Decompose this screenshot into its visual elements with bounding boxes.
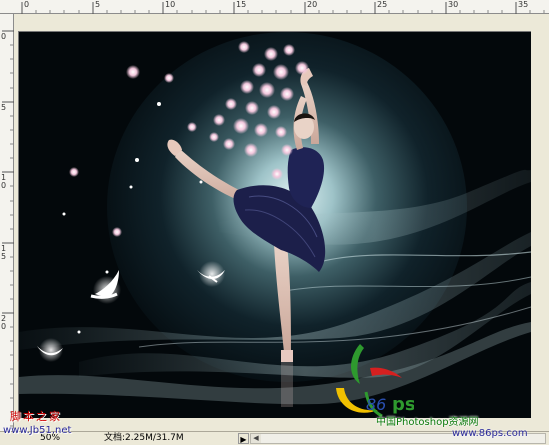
logo-ps: ps <box>392 394 414 415</box>
ruler-label: 15 <box>236 0 247 9</box>
ruler-label: 5 <box>1 103 7 112</box>
ballerina-photo[interactable] <box>19 32 531 418</box>
ruler-label: 20 <box>307 0 318 9</box>
document-canvas[interactable] <box>18 31 531 418</box>
ruler-label: 0 <box>24 0 30 9</box>
scroll-left-icon[interactable]: ◀ <box>251 434 261 443</box>
ruler-label: 10 <box>1 173 7 190</box>
brand-watermark-cn: 中国Photoshop资源网 <box>376 417 479 428</box>
ruler-label: 15 <box>1 244 7 261</box>
status-menu-button[interactable]: ▶ <box>238 433 249 444</box>
logo-icon: 86 ps <box>336 344 414 418</box>
ruler-label: 10 <box>165 0 176 9</box>
top-ruler[interactable]: 0 5 10 15 20 25 30 35 <box>0 0 549 14</box>
ruler-label: 35 <box>518 0 529 9</box>
top-ruler-ticks <box>21 2 545 14</box>
document-size: 文档:2.25M/31.7M <box>104 433 184 443</box>
site-watermark-url: www.Jb51.net <box>3 425 72 436</box>
ruler-label: 20 <box>1 314 7 331</box>
left-ruler[interactable]: 0 5 10 15 20 <box>0 14 14 431</box>
ruler-label: 0 <box>1 32 7 41</box>
brand-watermark-url: www.86ps.com <box>452 428 528 439</box>
ruler-label: 5 <box>95 0 101 9</box>
left-ruler-ticks <box>2 30 14 427</box>
logo-number: 86 <box>366 395 386 414</box>
site-watermark-cn: 脚本之家 <box>10 410 62 423</box>
ruler-label: 25 <box>377 0 388 9</box>
ruler-label: 30 <box>448 0 459 9</box>
